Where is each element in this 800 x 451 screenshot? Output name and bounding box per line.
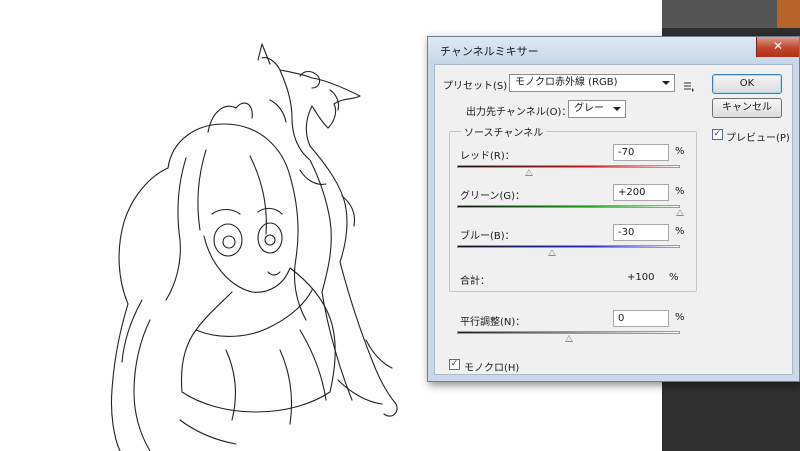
channel-percent: %	[675, 146, 685, 157]
preview-checkbox[interactable]: ✓	[712, 129, 723, 140]
channel-slider-track[interactable]	[457, 205, 680, 208]
channel-value-field[interactable]: -70	[613, 144, 669, 161]
constant-label: 平行調整(N)：	[460, 317, 526, 328]
chevron-down-icon	[662, 81, 670, 85]
dialog-title: チャンネルミキサー	[440, 45, 539, 58]
preset-select[interactable]: モノクロ赤外線 (RGB)	[509, 74, 675, 92]
output-channel-label: 出力先チャンネル(O)：	[466, 107, 572, 118]
channel-slider-track[interactable]	[457, 245, 680, 248]
app-panel-tab	[662, 0, 777, 28]
total-percent: %	[669, 272, 679, 283]
constant-percent: %	[675, 312, 685, 323]
output-channel-value: グレー	[574, 103, 604, 114]
channel-slider-thumb[interactable]	[676, 209, 684, 216]
channel-slider-thumb[interactable]	[525, 169, 534, 176]
constant-slider-thumb[interactable]	[564, 335, 573, 342]
close-button[interactable]: ✕	[756, 37, 799, 57]
channel-value-field[interactable]: -30	[613, 224, 669, 241]
monochrome-checkbox[interactable]: ✓	[449, 359, 460, 370]
channel-value: -30	[618, 227, 635, 238]
channel-mixer-dialog: チャンネルミキサー ✕ プリセット(S)： モノクロ赤外線 (RGB) 出力先チ…	[427, 36, 800, 382]
check-icon: ✓	[450, 359, 459, 369]
constant-value: 0	[618, 313, 625, 324]
total-label: 合計：	[460, 276, 490, 287]
channel-value: -70	[618, 147, 635, 158]
close-icon: ✕	[772, 39, 784, 53]
monochrome-label: モノクロ(H)	[464, 363, 520, 374]
channel-slider-thumb[interactable]	[547, 249, 556, 256]
dialog-titlebar[interactable]: チャンネルミキサー ✕	[428, 37, 799, 64]
channel-percent: %	[675, 186, 685, 197]
channel-percent: %	[675, 226, 685, 237]
dialog-client-area: プリセット(S)： モノクロ赤外線 (RGB) 出力先チャンネル(O)： グレー…	[434, 64, 793, 375]
preset-menu-icon[interactable]	[683, 77, 695, 92]
channel-label: レッド(R)：	[460, 151, 515, 162]
channel-slider-track[interactable]	[457, 165, 680, 168]
preset-value: モノクロ赤外線 (RGB)	[515, 77, 618, 88]
channel-label: グリーン(G)：	[460, 191, 526, 202]
cancel-button[interactable]: キャンセル	[712, 98, 782, 118]
total-value: +100	[627, 272, 655, 283]
constant-slider-track[interactable]	[457, 331, 680, 334]
output-channel-select[interactable]: グレー	[568, 100, 626, 118]
preview-label: プレビュー(P)	[726, 133, 790, 144]
ok-button[interactable]: OK	[712, 74, 782, 94]
channel-label: ブルー(B)：	[460, 231, 515, 242]
check-icon: ✓	[713, 129, 722, 139]
app-accent	[777, 0, 800, 28]
constant-field[interactable]: 0	[613, 310, 669, 327]
channel-value-field[interactable]: +200	[613, 184, 669, 201]
preset-label: プリセット(S)：	[443, 81, 518, 92]
chevron-down-icon	[613, 107, 621, 111]
channel-value: +200	[618, 187, 646, 198]
source-channels-title: ソースチャンネル	[461, 124, 547, 139]
